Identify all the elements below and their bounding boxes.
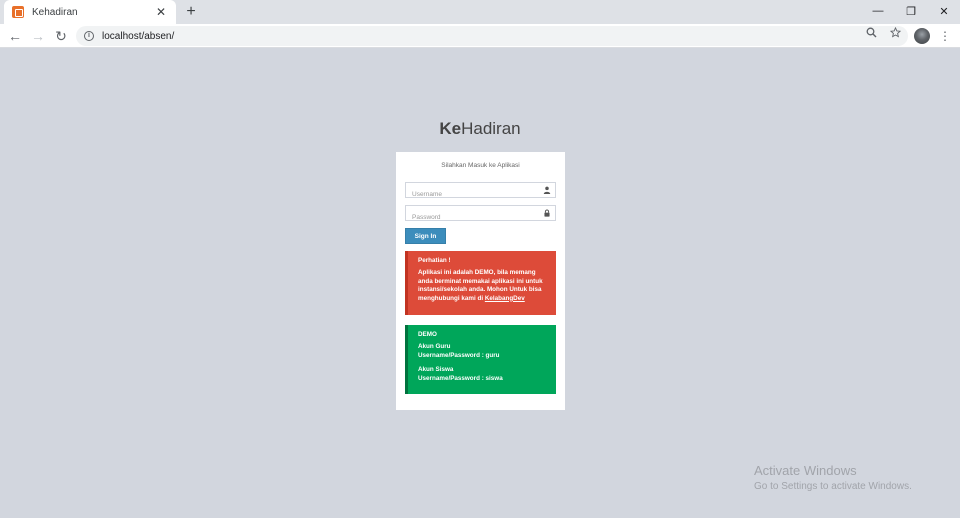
info-icon[interactable]: i [84, 31, 94, 41]
account-name: Akun Siswa [418, 366, 454, 374]
browser-toolbar: ← → ↻ i localhost/absen/ ⋮ [0, 24, 960, 48]
demo-callout: DEMO Akun Guru Username/Password : guru … [405, 325, 556, 394]
url-text[interactable]: localhost/absen/ [102, 31, 174, 42]
login-box: Silahkan Masuk ke Aplikasi Sign In Perha… [396, 152, 565, 410]
activate-windows-watermark: Activate Windows Go to Settings to activ… [754, 463, 912, 492]
password-input[interactable] [406, 210, 555, 225]
new-tab-button[interactable]: + [182, 3, 200, 21]
forward-button[interactable]: → [29, 27, 47, 45]
logo-bold: Ke [439, 119, 462, 138]
bookmark-star-icon[interactable] [886, 26, 904, 44]
kelabangdev-link[interactable]: KelabangDev [485, 295, 525, 302]
minimize-button[interactable]: — [862, 0, 894, 22]
reload-button[interactable]: ↻ [52, 27, 70, 45]
address-bar[interactable]: i localhost/absen/ [76, 26, 908, 46]
username-input[interactable] [406, 187, 555, 202]
watermark-subtitle: Go to Settings to activate Windows. [754, 481, 912, 492]
sign-in-button[interactable]: Sign In [405, 228, 446, 244]
back-button[interactable]: ← [6, 27, 24, 45]
browser-tabstrip: Kehadiran ✕ + — ❐ ✕ [0, 0, 960, 24]
lock-icon [544, 209, 550, 217]
demo-account-siswa: Akun Siswa Username/Password : siswa [418, 366, 546, 383]
user-icon [543, 186, 551, 194]
login-message: Silahkan Masuk ke Aplikasi [441, 162, 520, 169]
warning-callout: Perhatian ! Aplikasi ini adalah DEMO, bi… [405, 251, 556, 315]
restore-button[interactable]: ❐ [895, 0, 927, 22]
app-logo: KeHadiran [0, 119, 960, 139]
account-credentials: Username/Password : guru [418, 351, 500, 359]
window-close-button[interactable]: ✕ [928, 0, 960, 22]
browser-tab[interactable]: Kehadiran ✕ [4, 0, 176, 24]
tab-close-icon[interactable]: ✕ [154, 5, 168, 19]
logo-rest: Hadiran [461, 119, 521, 138]
zoom-search-icon[interactable] [862, 26, 880, 44]
watermark-title: Activate Windows [754, 463, 857, 478]
warning-title: Perhatian ! [418, 257, 451, 264]
tab-title: Kehadiran [32, 6, 78, 18]
profile-avatar[interactable] [914, 28, 930, 44]
demo-title: DEMO [418, 331, 437, 338]
warning-body: Aplikasi ini adalah DEMO, bila memang an… [418, 269, 546, 303]
xampp-favicon-icon [12, 6, 24, 18]
demo-account-guru: Akun Guru Username/Password : guru [418, 343, 546, 360]
username-group [405, 182, 556, 202]
account-name: Akun Guru [418, 343, 451, 351]
account-credentials: Username/Password : siswa [418, 374, 503, 382]
password-group [405, 205, 556, 225]
browser-menu-icon[interactable]: ⋮ [938, 27, 952, 45]
